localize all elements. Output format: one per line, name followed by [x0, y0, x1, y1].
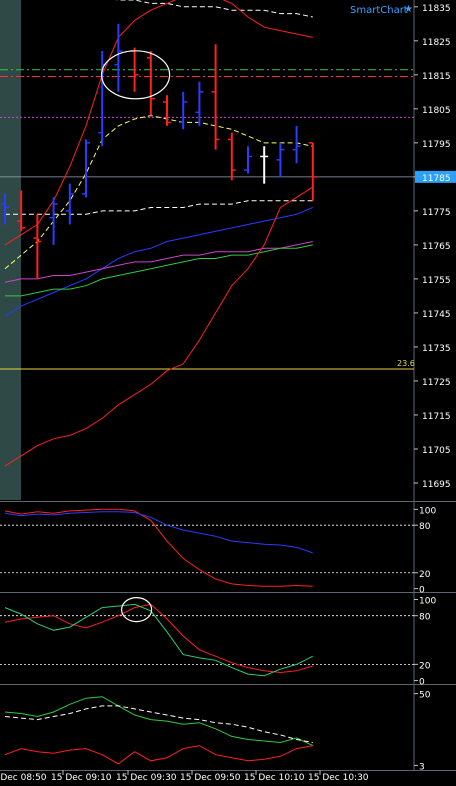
oscillator-line: [4, 603, 314, 677]
chart-area: 11835 11825 11815 11805 11795 11785 11775 11765…: [0, 0, 456, 783]
y-tick-label: 11715: [422, 412, 451, 422]
y-tick-label: 11765: [422, 242, 451, 252]
y-tick-label: 11835: [422, 4, 451, 14]
indicator-line: [115, 0, 313, 18]
y-tick-label: 11795: [422, 140, 451, 150]
y-tick-label: 11695: [422, 480, 451, 490]
y-tick-label: 3: [419, 762, 425, 772]
fib-level-label: 23.6: [397, 359, 415, 368]
y-tick-label: 11755: [422, 276, 451, 286]
price-marker-label: 11785: [422, 174, 451, 184]
x-tick-label: 15 Dec 09:50: [180, 773, 241, 783]
x-tick-label: 15 Dec 09:10: [51, 773, 112, 783]
y-tick-label: 11735: [422, 344, 451, 354]
y-tick-label: 80: [419, 522, 431, 532]
x-tick-label: 15 Dec 10:10: [244, 773, 305, 783]
y-tick-label: 0: [419, 678, 425, 688]
y-tick-label: 11825: [422, 38, 451, 48]
y-tick-label: 20: [419, 570, 431, 580]
x-tick-label: 15 Dec 09:30: [116, 773, 177, 783]
y-tick-label: 11725: [422, 378, 451, 388]
x-tick-label: 15 Dec 08:50: [0, 773, 47, 783]
oscillator-line: [4, 745, 313, 765]
star-icon[interactable]: ★: [404, 4, 413, 15]
y-tick-label: 11815: [422, 72, 451, 82]
indicator-line: [5, 244, 313, 297]
oscillator-line: [4, 696, 314, 747]
y-tick-label: 0: [419, 586, 425, 596]
y-tick-label: 11775: [422, 208, 451, 218]
shaded-region: [0, 0, 21, 500]
y-tick-label: 50: [419, 691, 431, 701]
indicator-line: [4, 186, 314, 467]
indicator-line: [4, 0, 313, 246]
indicator-line: [4, 241, 313, 283]
y-tick-label: 20: [419, 661, 431, 671]
y-tick-label: 11805: [422, 106, 451, 116]
oscillator-line: [4, 511, 313, 554]
indicator-line: [5, 200, 313, 215]
y-tick-label: 100: [419, 506, 436, 516]
y-tick-label: 11705: [422, 446, 451, 456]
x-tick-label: 15 Dec 10:30: [308, 773, 369, 783]
oscillator-line: [4, 603, 313, 674]
oscillator-line: [4, 705, 313, 743]
y-tick-label: 100: [419, 596, 436, 606]
y-tick-label: 11745: [422, 310, 451, 320]
indicator-line: [4, 115, 313, 270]
y-tick-label: 80: [419, 613, 431, 623]
app-title: SmartChart: [350, 5, 408, 16]
